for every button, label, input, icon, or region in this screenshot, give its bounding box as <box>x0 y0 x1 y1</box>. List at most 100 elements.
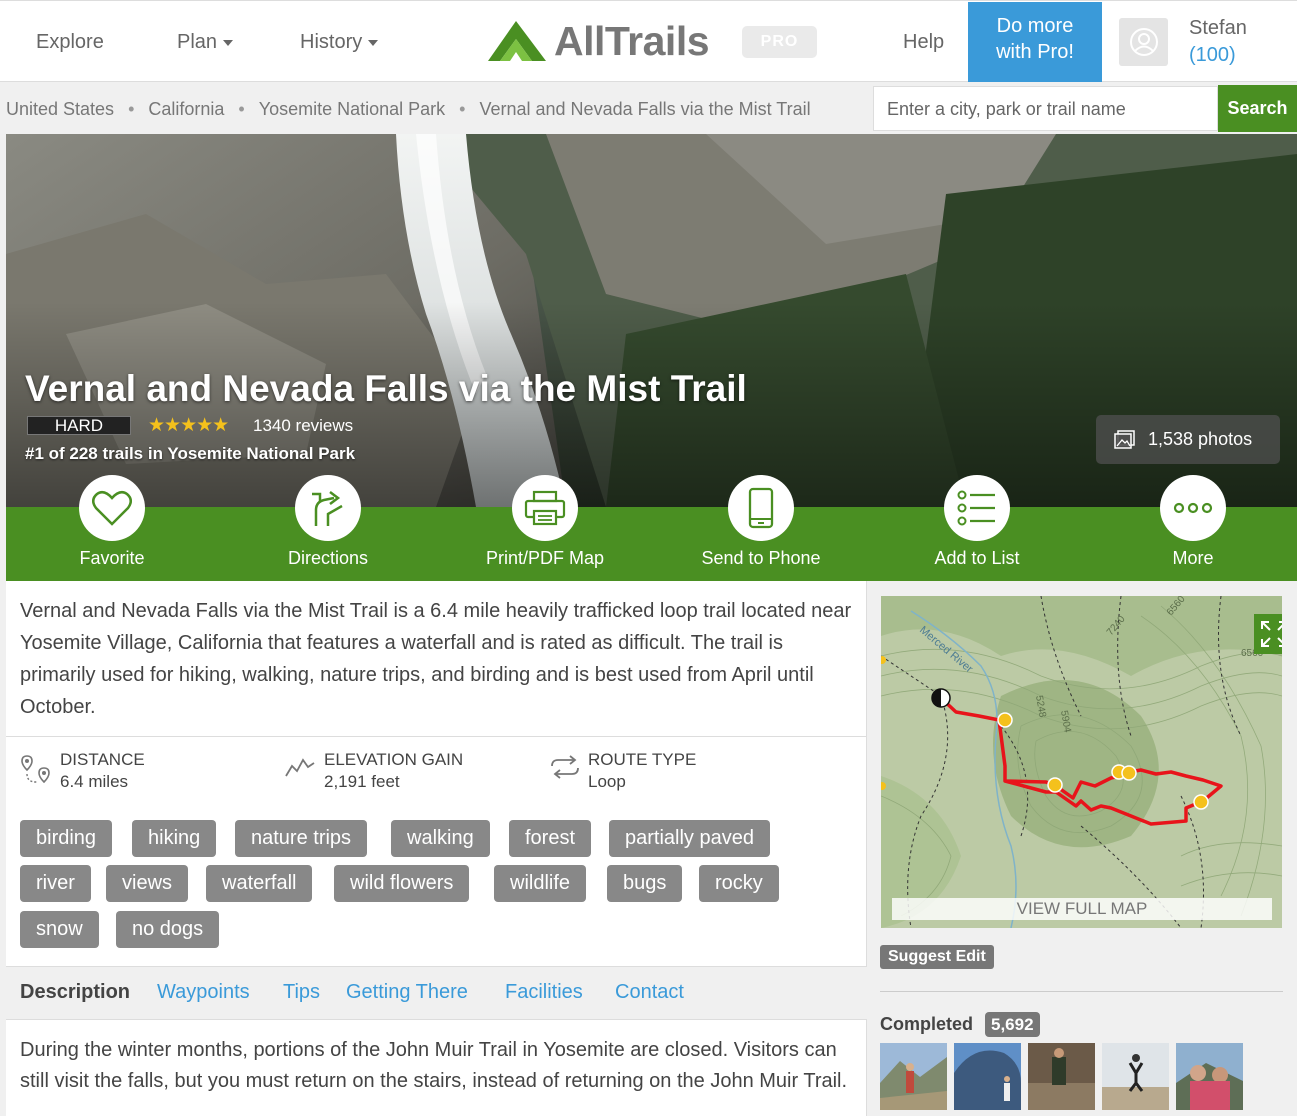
print-pdf-map-button[interactable]: Print/PDF Map <box>475 475 615 569</box>
action-bar: Favorite Directions Print/PDF Map Send t… <box>6 475 1297 581</box>
chevron-down-icon <box>223 39 234 46</box>
tag-walking[interactable]: walking <box>391 820 490 857</box>
add-to-list-button[interactable]: Add to List <box>907 475 1047 569</box>
elevation-value: 2,191 feet <box>324 772 400 791</box>
trail-title: Vernal and Nevada Falls via the Mist Tra… <box>25 368 747 409</box>
loop-icon <box>551 755 579 779</box>
favorite-button[interactable]: Favorite <box>42 475 182 569</box>
route-type-label: ROUTE TYPE <box>588 750 697 769</box>
reviews-count[interactable]: 1340 reviews <box>253 416 353 436</box>
avatar[interactable] <box>1119 18 1168 66</box>
user-points[interactable]: (100) <box>1189 44 1236 67</box>
directions-label: Directions <box>287 548 369 568</box>
breadcrumb-separator: • <box>459 99 466 119</box>
expand-map-button[interactable] <box>1254 614 1282 654</box>
nav-plan-label: Plan <box>177 31 218 53</box>
completed-user-photo[interactable] <box>1102 1043 1169 1110</box>
hiker-photo <box>880 1043 947 1110</box>
suggest-edit-button[interactable]: Suggest Edit <box>880 945 994 969</box>
alltrails-logo[interactable]: AllTrails <box>486 17 710 65</box>
more-circle <box>1160 475 1226 541</box>
favorite-label: Favorite <box>79 548 145 568</box>
do-more-line2: with Pro! <box>996 41 1074 63</box>
tag-forest[interactable]: forest <box>509 820 592 857</box>
more-button[interactable]: More <box>1123 475 1263 569</box>
directions-button[interactable]: Directions <box>258 475 398 569</box>
phone-circle <box>728 475 794 541</box>
hero-image: Vernal and Nevada Falls via the Mist Tra… <box>6 134 1297 507</box>
tag-nature-trips[interactable]: nature trips <box>235 820 368 857</box>
send-to-phone-button[interactable]: Send to Phone <box>691 475 831 569</box>
completed-user-photo[interactable] <box>880 1043 947 1110</box>
tab-tips[interactable]: Tips <box>283 981 320 1004</box>
top-navigation: Explore Plan History AllTrails PRO Help … <box>0 0 1297 82</box>
distance-label: DISTANCE <box>60 750 145 769</box>
tag-river[interactable]: river <box>20 865 91 902</box>
breadcrumb-item[interactable]: Yosemite National Park <box>259 99 445 119</box>
tab-waypoints[interactable]: Waypoints <box>157 981 250 1004</box>
completed-user-photo[interactable] <box>954 1043 1021 1110</box>
chevron-down-icon <box>368 39 379 46</box>
tag-wild-flowers[interactable]: wild flowers <box>334 865 470 902</box>
tag-no-dogs[interactable]: no dogs <box>116 911 220 948</box>
tag-snow[interactable]: snow <box>20 911 99 948</box>
tag-birding[interactable]: birding <box>20 820 113 857</box>
tab-description[interactable]: Description <box>20 981 130 1004</box>
breadcrumb: United States • California • Yosemite Nation… <box>6 99 811 120</box>
completed-user-photo[interactable] <box>1176 1043 1243 1110</box>
tab-getting-there[interactable]: Getting There <box>346 981 468 1004</box>
photos-icon <box>1114 429 1135 449</box>
print-pdf-map-label: Print/PDF Map <box>485 548 605 568</box>
distance-value: 6.4 miles <box>60 772 129 791</box>
difficulty-badge: HARD <box>27 416 131 435</box>
completed-count-badge[interactable]: 5,692 <box>985 1012 1040 1037</box>
search-button[interactable]: Search <box>1218 85 1297 132</box>
directions-circle <box>295 475 361 541</box>
tag-views[interactable]: views <box>106 865 189 902</box>
tag-wildlife[interactable]: wildlife <box>494 865 587 902</box>
trail-description: During the winter months, portions of th… <box>20 1039 848 1092</box>
view-full-map-button[interactable]: VIEW FULL MAP <box>892 898 1272 920</box>
breadcrumb-separator: • <box>238 99 245 119</box>
tag-hiking[interactable]: hiking <box>132 820 217 857</box>
nav-plan[interactable]: Plan <box>177 31 234 54</box>
elevation-label: ELEVATION GAIN <box>324 750 464 769</box>
search-input[interactable]: Enter a city, park or trail name <box>873 86 1218 131</box>
breadcrumb-item[interactable]: Vernal and Nevada Falls via the Mist Tra… <box>479 99 810 119</box>
nav-explore[interactable]: Explore <box>36 31 104 54</box>
nav-help[interactable]: Help <box>903 31 944 54</box>
stats-divider <box>6 736 867 737</box>
trail-rank[interactable]: #1 of 228 trails in Yosemite National Pa… <box>25 444 355 464</box>
do-more-with-pro-button[interactable]: Do more with Pro! <box>968 2 1102 82</box>
hikers-photo <box>1176 1043 1243 1110</box>
tag-partially-paved[interactable]: partially paved <box>609 820 770 857</box>
completed-label: Completed <box>880 1014 974 1034</box>
route-type-value: Loop <box>588 772 626 791</box>
heart-icon <box>92 490 132 526</box>
add-to-list-label: Add to List <box>934 548 1020 568</box>
completed-user-photo[interactable] <box>1028 1043 1095 1110</box>
expand-icon <box>1261 621 1282 647</box>
tab-contact[interactable]: Contact <box>615 981 684 1004</box>
list-circle <box>944 475 1010 541</box>
tab-facilities[interactable]: Facilities <box>505 981 583 1004</box>
breadcrumb-separator: • <box>128 99 135 119</box>
favorite-circle <box>79 475 145 541</box>
photos-button[interactable]: 1,538 photos <box>1096 415 1280 464</box>
user-name[interactable]: Stefan <box>1189 17 1247 40</box>
breadcrumb-item[interactable]: United States <box>6 99 114 119</box>
trail-map[interactable]: Merced River 6560 7240 6560 5248 5904 VI… <box>881 596 1282 928</box>
tag-rocky[interactable]: rocky <box>699 865 779 902</box>
tag-waterfall[interactable]: waterfall <box>206 865 313 902</box>
more-label: More <box>1172 548 1214 568</box>
breadcrumb-bar: United States • California • Yosemite Nation… <box>0 83 1297 134</box>
nav-history-label: History <box>300 31 363 53</box>
phone-icon <box>748 487 774 529</box>
breadcrumb-item[interactable]: California <box>148 99 224 119</box>
trail-summary: Vernal and Nevada Falls via the Mist Tra… <box>20 600 852 718</box>
tag-bugs[interactable]: bugs <box>607 865 683 902</box>
print-circle <box>512 475 578 541</box>
content-tabs: Description Waypoints Tips Getting There… <box>6 966 867 1020</box>
main-content: Vernal and Nevada Falls via the Mist Tra… <box>6 581 867 1116</box>
nav-history[interactable]: History <box>300 31 379 54</box>
